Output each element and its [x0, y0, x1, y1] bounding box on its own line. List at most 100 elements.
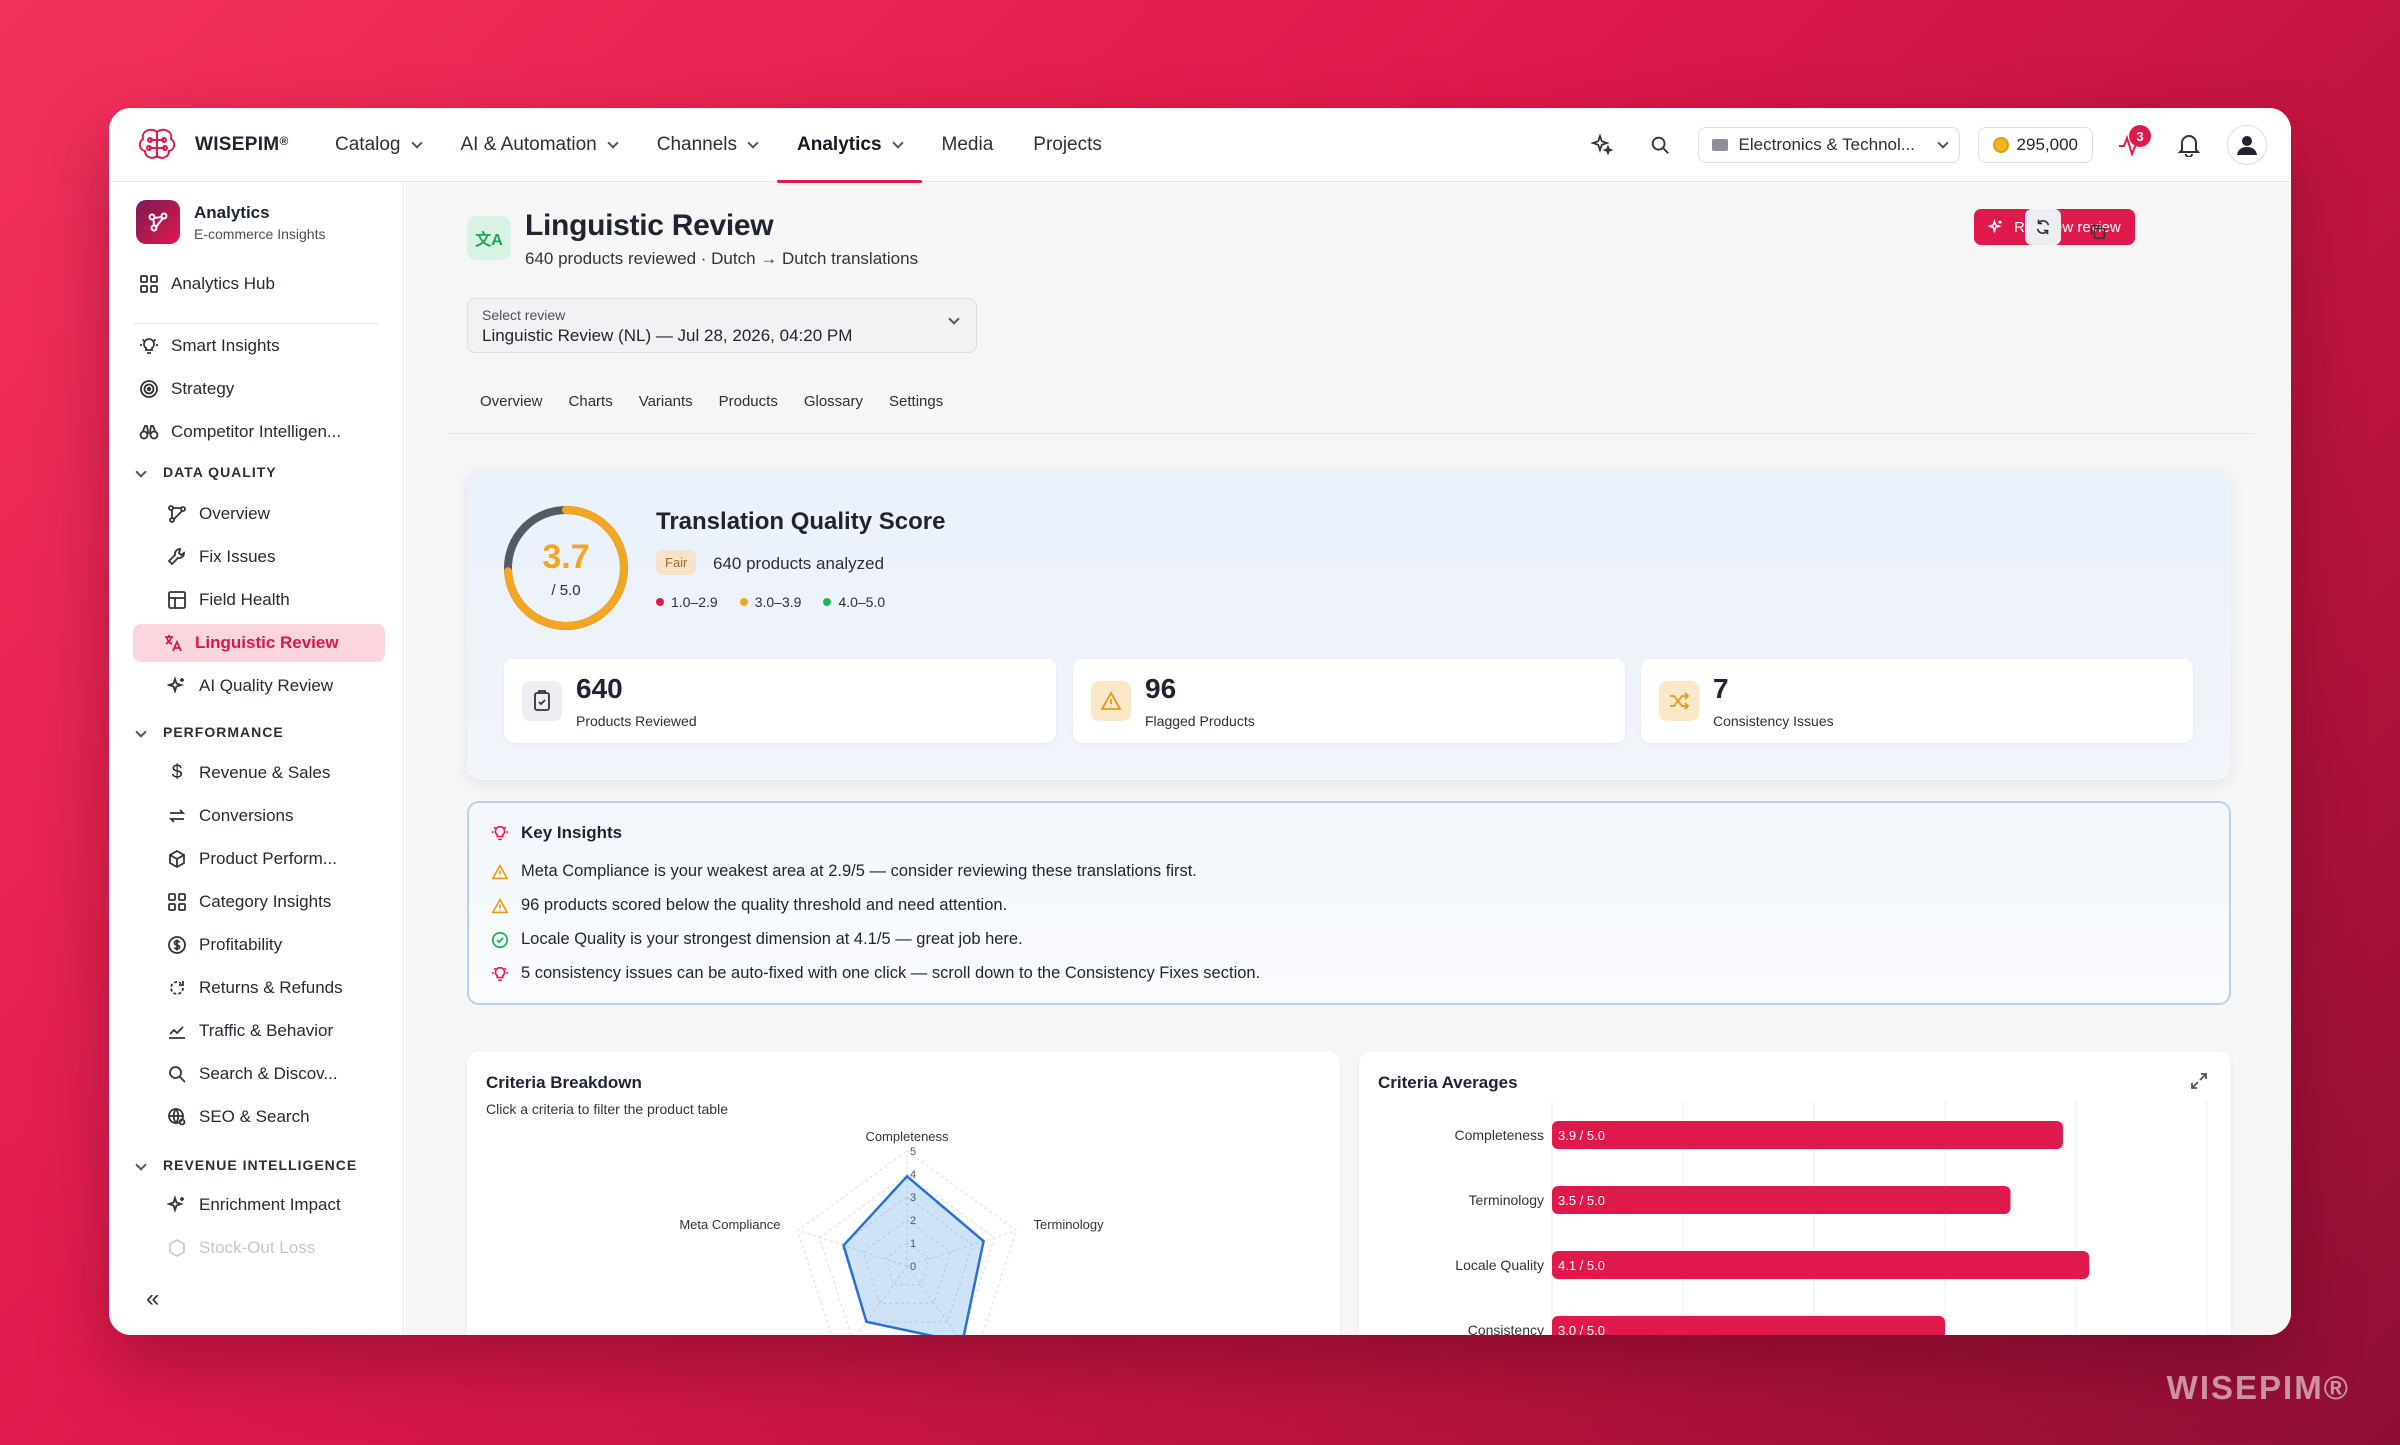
products-analyzed: 640 products analyzed: [713, 554, 885, 573]
nav-projects[interactable]: Projects: [1013, 108, 1122, 182]
sidebar-subtitle: E-commerce Insights: [194, 225, 326, 242]
stat-label: Consistency Issues: [1713, 713, 1834, 729]
section-performance[interactable]: PERFORMANCE: [133, 724, 284, 740]
tab-bar: Overview Charts Variants Products Glossa…: [467, 393, 956, 423]
review-select[interactable]: Select review Linguistic Review (NL) — J…: [467, 298, 977, 353]
sidebar-item-ai-quality-review[interactable]: AI Quality Review: [157, 667, 385, 705]
select-label: Select review: [482, 307, 566, 323]
nav-ai-automation[interactable]: AI & Automation: [441, 108, 637, 182]
nav-media[interactable]: Media: [922, 108, 1014, 182]
legend-item-mid: 3.0–3.9: [739, 594, 801, 610]
sidebar-item-revenue-sales[interactable]: $ Revenue & Sales: [157, 754, 385, 792]
radar-tick-label: 3: [910, 1192, 916, 1204]
sidebar-item-returns-refunds[interactable]: Returns & Refunds: [157, 969, 385, 1007]
sidebar-item-field-health[interactable]: Field Health: [157, 581, 385, 619]
tab-overview[interactable]: Overview: [467, 393, 556, 423]
store-selector[interactable]: Electronics & Technol...: [1697, 127, 1960, 163]
refresh-icon: [170, 981, 184, 995]
dollar-icon: $: [171, 762, 183, 783]
globe-search-icon: [168, 1108, 186, 1126]
insight-item: Locale Quality is your strongest dimensi…: [491, 930, 1023, 949]
sidebar-item-smart-insights[interactable]: Smart Insights: [129, 327, 385, 365]
radar-chart[interactable]: 012345CompletenessTerminologyLocale Qual…: [467, 1051, 1340, 1335]
legend-dot: [823, 598, 832, 606]
activity-button[interactable]: 3: [2111, 125, 2151, 165]
expand-icon[interactable]: [2189, 1071, 2209, 1091]
notification-count-badge: 3: [2129, 125, 2151, 147]
stat-products-reviewed: 640 Products Reviewed: [504, 659, 1056, 743]
sidebar-item-traffic-behavior[interactable]: Traffic & Behavior: [157, 1012, 385, 1050]
tab-variants[interactable]: Variants: [626, 393, 706, 423]
refresh-button-bg[interactable]: [2025, 209, 2061, 245]
user-icon: [2237, 136, 2257, 155]
credits-value: 295,000: [2016, 135, 2078, 154]
nav-catalog[interactable]: Catalog: [315, 108, 441, 182]
stat-label: Flagged Products: [1145, 713, 1255, 729]
chart-title: Criteria Breakdown: [486, 1073, 642, 1092]
toolbar: Electronics & Technol... 295,000 3: [1582, 124, 2267, 166]
sidebar-item-label: Overview: [199, 504, 270, 523]
radar-tick-label: 5: [910, 1146, 916, 1158]
translation-quality-card: 3.7 / 5.0 Translation Quality Score Fair…: [467, 470, 2231, 780]
radar-tick-label: 2: [910, 1215, 916, 1227]
sidebar-item-product-performance[interactable]: Product Perform...: [157, 840, 385, 878]
user-avatar[interactable]: [2227, 125, 2267, 165]
sparkle-icon: [167, 676, 184, 694]
nav-channels[interactable]: Channels: [637, 108, 777, 182]
sidebar-item-linguistic-review[interactable]: Linguistic Review: [133, 624, 385, 662]
line-chart-icon: [169, 1026, 185, 1039]
bar-data-label: 3.9 / 5.0: [1558, 1128, 1605, 1143]
clipboard-check-icon: [522, 681, 562, 721]
ai-sparkle-button[interactable]: [1582, 125, 1622, 165]
legend-dot: [739, 598, 748, 606]
nav-analytics[interactable]: Analytics: [777, 108, 923, 183]
sidebar-item-stock-out-loss[interactable]: Stock-Out Loss: [157, 1229, 385, 1267]
radar-tick-label: 0: [910, 1261, 916, 1273]
package-icon: [169, 1238, 185, 1258]
bar-category-label: Locale Quality: [1455, 1257, 1544, 1273]
sidebar-item-profitability[interactable]: Profitability: [157, 926, 385, 964]
sidebar-item-category-insights[interactable]: Category Insights: [157, 883, 385, 921]
credits-balance[interactable]: 295,000: [1977, 127, 2093, 163]
arrows-exchange-icon: [168, 809, 186, 823]
bar: [1552, 1316, 1945, 1335]
copy-button[interactable]: [2080, 214, 2116, 250]
check-circle-icon: [491, 931, 509, 948]
bar: [1552, 1121, 2063, 1149]
section-revenue-intelligence[interactable]: REVENUE INTELLIGENCE: [133, 1157, 357, 1173]
criteria-breakdown-card: Criteria Breakdown Click a criteria to f…: [467, 1051, 1340, 1335]
sidebar-item-label: Search & Discov...: [199, 1064, 338, 1083]
tab-glossary[interactable]: Glossary: [791, 393, 876, 423]
radar-axis-label: Terminology: [1033, 1217, 1104, 1232]
search-button[interactable]: [1640, 125, 1680, 165]
collapse-sidebar-button[interactable]: «: [146, 1285, 159, 1313]
sidebar-item-enrichment-impact[interactable]: Enrichment Impact: [157, 1186, 385, 1224]
sidebar-item-competitor-intelligence[interactable]: Competitor Intelligen...: [129, 413, 385, 451]
stat-value: 96: [1145, 673, 1177, 704]
rating-badge: Fair: [656, 550, 697, 575]
sidebar-item-label: Competitor Intelligen...: [171, 422, 342, 441]
sidebar-item-conversions[interactable]: Conversions: [157, 797, 385, 835]
lightbulb-icon: [491, 825, 509, 841]
sidebar-item-analytics-hub[interactable]: Analytics Hub: [129, 265, 385, 303]
legend-item-low: 1.0–2.9: [656, 594, 718, 610]
key-insights-title: Key Insights: [491, 823, 622, 843]
refresh-icon: [2036, 219, 2050, 235]
notifications-button[interactable]: [2169, 125, 2209, 165]
bar-chart[interactable]: Completeness 3.9 / 5.0 Terminology 3.5 / 5.…: [1359, 1051, 2231, 1335]
warning-icon: [491, 863, 509, 879]
sidebar-item-search-discovery[interactable]: Search & Discov...: [157, 1055, 385, 1093]
shuffle-icon: [1659, 681, 1699, 721]
translate-icon: [165, 635, 182, 652]
sidebar-item-fix-issues[interactable]: Fix Issues: [157, 538, 385, 576]
tab-settings[interactable]: Settings: [876, 393, 956, 423]
tab-products[interactable]: Products: [706, 393, 791, 423]
sidebar-item-seo-search[interactable]: SEO & Search: [157, 1098, 385, 1136]
logo[interactable]: WISEPIM®: [137, 126, 289, 164]
chart-title: Criteria Averages: [1378, 1073, 1518, 1092]
sidebar-item-strategy[interactable]: Strategy: [129, 370, 385, 408]
sidebar-item-overview[interactable]: Overview: [157, 495, 385, 533]
tab-charts[interactable]: Charts: [556, 393, 626, 423]
sidebar-item-label: Enrichment Impact: [199, 1195, 341, 1214]
section-data-quality[interactable]: DATA QUALITY: [133, 464, 277, 480]
